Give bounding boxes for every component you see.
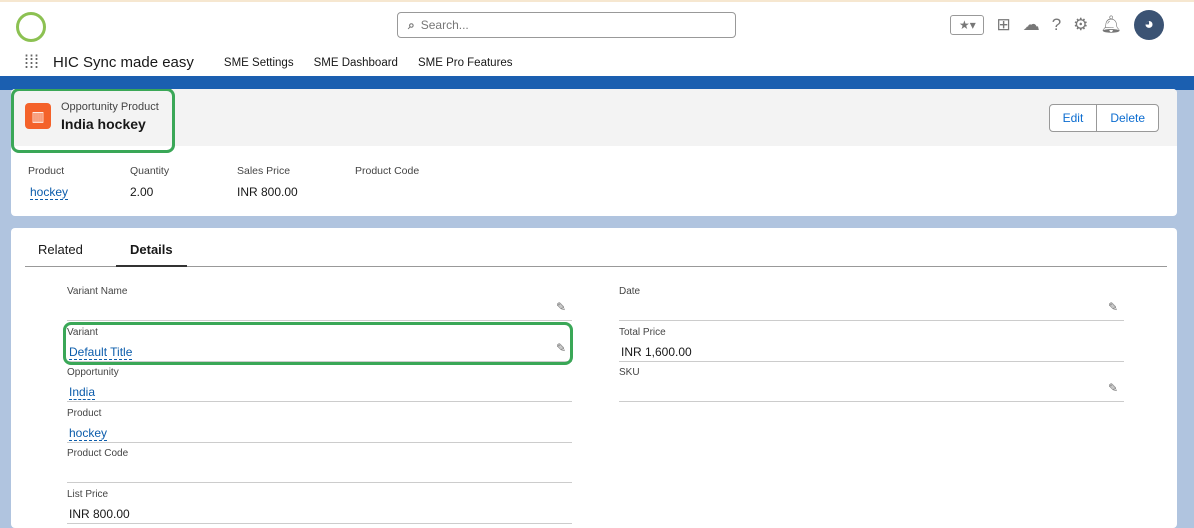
search-input[interactable]: ⌕ Search...	[397, 12, 736, 38]
help-icon[interactable]: ?	[1052, 15, 1061, 35]
highlight-box	[63, 322, 573, 365]
field-label: Variant Name	[67, 286, 128, 297]
field-label: List Price	[67, 488, 109, 500]
background-band	[0, 76, 1194, 90]
nav-sme-dashboard[interactable]: SME Dashboard	[314, 57, 398, 69]
field-opportunity: Opportunity India	[67, 361, 572, 402]
pencil-icon[interactable]: ✎	[1108, 381, 1118, 395]
highlight-label: Product Code	[355, 165, 420, 177]
pencil-icon[interactable]: ✎	[556, 300, 566, 314]
field-date: Date ✎	[619, 280, 1124, 321]
search-icon: ⌕	[408, 18, 415, 32]
tab-related[interactable]: Related	[38, 242, 83, 257]
delete-button[interactable]: Delete	[1096, 105, 1158, 131]
global-header: ⌕ Search... ★▾ ⊞ ☁ ? ⚙ 🔔︎ ◕ ⁞⁞⁞ HIC Sync …	[0, 0, 1194, 76]
field-value: INR 800.00	[69, 506, 130, 521]
record-header: ▥ Opportunity Product India hockey Edit …	[11, 89, 1177, 216]
field-label: Date	[619, 286, 641, 297]
edit-button[interactable]: Edit	[1050, 105, 1097, 131]
field-variant-name: Variant Name ✎	[67, 280, 572, 321]
sales-price-value: INR 800.00	[237, 185, 298, 199]
trailhead-icon[interactable]: ☁	[1023, 15, 1040, 35]
highlight-label: Sales Price	[237, 165, 291, 177]
field-product-code: Product Code	[67, 442, 572, 483]
field-product: Product hockey	[67, 402, 572, 443]
field-label: SKU	[619, 367, 640, 378]
favorites-button[interactable]: ★▾	[950, 15, 985, 35]
tab-details[interactable]: Details	[116, 242, 187, 267]
bell-icon[interactable]: 🔔︎	[1100, 15, 1122, 35]
highlight-label: Product	[28, 165, 65, 177]
highlight-label: Quantity	[130, 165, 170, 177]
search-placeholder: Search...	[420, 18, 469, 32]
nav-sme-settings[interactable]: SME Settings	[224, 57, 294, 69]
field-value: INR 1,600.00	[621, 344, 692, 359]
field-label: Opportunity	[67, 367, 119, 378]
app-launcher-icon[interactable]: ⁞⁞⁞	[24, 52, 39, 73]
avatar[interactable]: ◕	[1134, 10, 1164, 40]
field-list-price: List Price INR 800.00	[67, 483, 572, 524]
add-icon[interactable]: ⊞	[996, 15, 1010, 35]
field-total-price: Total Price INR 1,600.00	[619, 321, 1124, 362]
field-label: Total Price	[619, 326, 666, 338]
app-name: HIC Sync made easy	[53, 54, 194, 71]
field-label: Product	[67, 407, 102, 419]
nav-sme-pro-features[interactable]: SME Pro Features	[418, 57, 513, 69]
field-value[interactable]: India	[69, 385, 96, 400]
highlight-box	[11, 89, 175, 153]
field-value[interactable]: hockey	[69, 426, 108, 441]
product-link[interactable]: hockey	[30, 185, 69, 200]
app-logo[interactable]	[16, 12, 46, 42]
field-sku: SKU ✎	[619, 361, 1124, 402]
quantity-value: 2.00	[130, 185, 154, 199]
field-label: Product Code	[67, 448, 129, 459]
details-card: Related Details Variant Name ✎ Variant Defa…	[11, 228, 1177, 528]
pencil-icon[interactable]: ✎	[1108, 300, 1118, 314]
gear-icon[interactable]: ⚙	[1073, 15, 1088, 35]
